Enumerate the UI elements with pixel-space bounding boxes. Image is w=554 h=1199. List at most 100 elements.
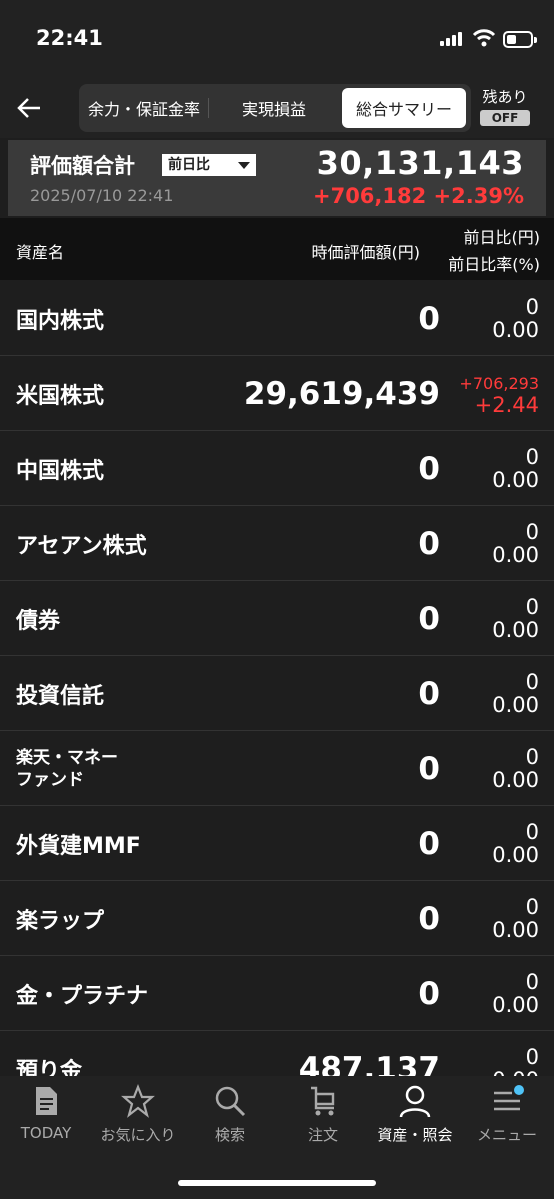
table-row[interactable]: 米国株式 29,619,439 +706,293 +2.44 <box>0 356 554 431</box>
table-row[interactable]: 中国株式 0 0 0.00 <box>0 431 554 506</box>
asset-name: 債券 <box>16 608 61 634</box>
table-row[interactable]: 債券 0 0 0.00 <box>0 581 554 656</box>
person-icon <box>399 1085 431 1118</box>
summary-amount: 30,131,143 <box>316 144 524 182</box>
tab-assets[interactable]: 資産・照会 <box>369 1084 461 1145</box>
asset-change-pct: 0.00 <box>492 693 539 717</box>
tab-menu-label: メニュー <box>476 1126 537 1144</box>
segment-control: 余力・保証金率 実現損益 総合サマリー <box>79 84 471 132</box>
asset-change-yen: 0 <box>525 1045 539 1069</box>
table-row[interactable]: 楽ラップ 0 0 0.00 <box>0 881 554 956</box>
asset-name: 外貨建MMF <box>16 833 141 859</box>
tab-order[interactable]: 注文 <box>277 1084 369 1145</box>
asset-value: 0 <box>418 900 440 937</box>
asset-name: 国内株式 <box>16 308 105 334</box>
asset-change-pct: 0.00 <box>492 468 539 492</box>
tab-search[interactable]: 検索 <box>184 1084 276 1145</box>
valuation-summary: 評価額合計 前日比 2025/07/10 22:41 30,131,143 +7… <box>8 140 546 216</box>
asset-change-yen: 0 <box>525 595 539 619</box>
holdings-toggle-state[interactable]: OFF <box>480 110 530 126</box>
battery-icon <box>503 31 537 48</box>
status-bar: 22:41 <box>0 0 554 80</box>
tab-menu[interactable]: メニュー <box>461 1084 553 1145</box>
asset-name: アセアン株式 <box>16 533 147 559</box>
asset-value: 0 <box>418 675 440 712</box>
header-value: 時価評価額(円) <box>311 243 421 262</box>
asset-change-pct: 0.00 <box>492 618 539 642</box>
home-indicator <box>178 1180 376 1186</box>
asset-change-pct: 0.00 <box>492 843 539 867</box>
asset-name: 金・プラチナ <box>16 983 149 1009</box>
asset-name: 楽天・マネー ファンド <box>16 731 118 806</box>
tab-favorites[interactable]: お気に入り <box>92 1084 184 1145</box>
compare-dropdown[interactable]: 前日比 <box>162 154 256 176</box>
summary-date: 2025/07/10 22:41 <box>30 186 174 205</box>
asset-value: 0 <box>418 300 440 337</box>
asset-change-pct: 0.00 <box>492 543 539 567</box>
asset-name-line2: ファンド <box>16 769 84 790</box>
asset-change-yen: 0 <box>525 970 539 994</box>
asset-change-pct: 0.00 <box>492 993 539 1017</box>
back-arrow-icon[interactable] <box>14 92 46 124</box>
asset-change-yen: 0 <box>525 520 539 544</box>
tab-today[interactable]: TODAY <box>0 1084 92 1142</box>
table-header: 資産名 時価評価額(円) 前日比(円) 前日比率(%) <box>0 218 554 280</box>
asset-name: 中国株式 <box>16 458 105 484</box>
asset-change-yen: 0 <box>525 445 539 469</box>
cart-icon <box>311 1086 335 1116</box>
asset-change-yen: 0 <box>525 820 539 844</box>
wifi-icon <box>472 29 496 47</box>
menu-icon <box>494 1085 524 1111</box>
asset-change-yen: +706,293 <box>459 374 539 393</box>
document-icon <box>36 1087 57 1115</box>
tab-realized-pnl[interactable]: 実現損益 <box>209 88 339 128</box>
asset-change-yen: 0 <box>525 670 539 694</box>
summary-title: 評価額合計 <box>30 154 135 178</box>
header-change: 前日比(円) 前日比率(%) <box>448 224 540 278</box>
asset-value: 0 <box>418 450 440 487</box>
asset-name: 米国株式 <box>16 383 105 409</box>
asset-change-yen: 0 <box>525 295 539 319</box>
status-time: 22:41 <box>36 26 103 50</box>
asset-change-yen: 0 <box>525 895 539 919</box>
header-asset-name: 資産名 <box>16 243 65 262</box>
tab-margin[interactable]: 余力・保証金率 <box>79 88 209 128</box>
asset-name: 投資信託 <box>16 683 105 709</box>
table-row[interactable]: アセアン株式 0 0 0.00 <box>0 506 554 581</box>
header-change-yen: 前日比(円) <box>463 228 541 247</box>
asset-value: 0 <box>418 600 440 637</box>
dropdown-triangle-icon <box>238 162 250 169</box>
asset-value: 0 <box>418 525 440 562</box>
summary-change: +706,182 +2.39% <box>312 184 524 208</box>
top-nav: 余力・保証金率 実現損益 総合サマリー 残あり OFF <box>0 80 554 138</box>
table-row[interactable]: 国内株式 0 0 0.00 <box>0 281 554 356</box>
tab-assets-label: 資産・照会 <box>377 1126 453 1144</box>
asset-name: 楽ラップ <box>16 908 105 934</box>
tab-today-label: TODAY <box>20 1124 72 1142</box>
asset-value: 0 <box>418 975 440 1012</box>
tab-search-label: 検索 <box>214 1126 245 1144</box>
asset-change-yen: 0 <box>525 745 539 769</box>
tab-order-label: 注文 <box>307 1126 338 1144</box>
table-row[interactable]: 金・プラチナ 0 0 0.00 <box>0 956 554 1031</box>
asset-value: 0 <box>418 825 440 862</box>
table-row[interactable]: 外貨建MMF 0 0 0.00 <box>0 806 554 881</box>
asset-value: 0 <box>418 750 440 787</box>
star-icon <box>121 1084 155 1118</box>
asset-change-pct: 0.00 <box>492 318 539 342</box>
asset-change-pct: +2.44 <box>474 393 539 417</box>
compare-dropdown-label: 前日比 <box>168 157 210 173</box>
asset-value: 29,619,439 <box>243 375 440 412</box>
table-row[interactable]: 楽天・マネー ファンド 0 0 0.00 <box>0 731 554 806</box>
tab-summary[interactable]: 総合サマリー <box>342 88 466 128</box>
signal-icon <box>440 32 462 46</box>
holdings-toggle-label: 残あり <box>482 88 528 106</box>
tab-favorites-label: お気に入り <box>100 1126 176 1144</box>
table-row[interactable]: 投資信託 0 0 0.00 <box>0 656 554 731</box>
search-icon <box>215 1086 246 1117</box>
asset-change-pct: 0.00 <box>492 768 539 792</box>
header-change-pct: 前日比率(%) <box>448 255 540 274</box>
asset-change-pct: 0.00 <box>492 918 539 942</box>
asset-name-line1: 楽天・マネー <box>16 747 118 768</box>
holdings-toggle[interactable]: 残あり OFF <box>480 86 530 126</box>
